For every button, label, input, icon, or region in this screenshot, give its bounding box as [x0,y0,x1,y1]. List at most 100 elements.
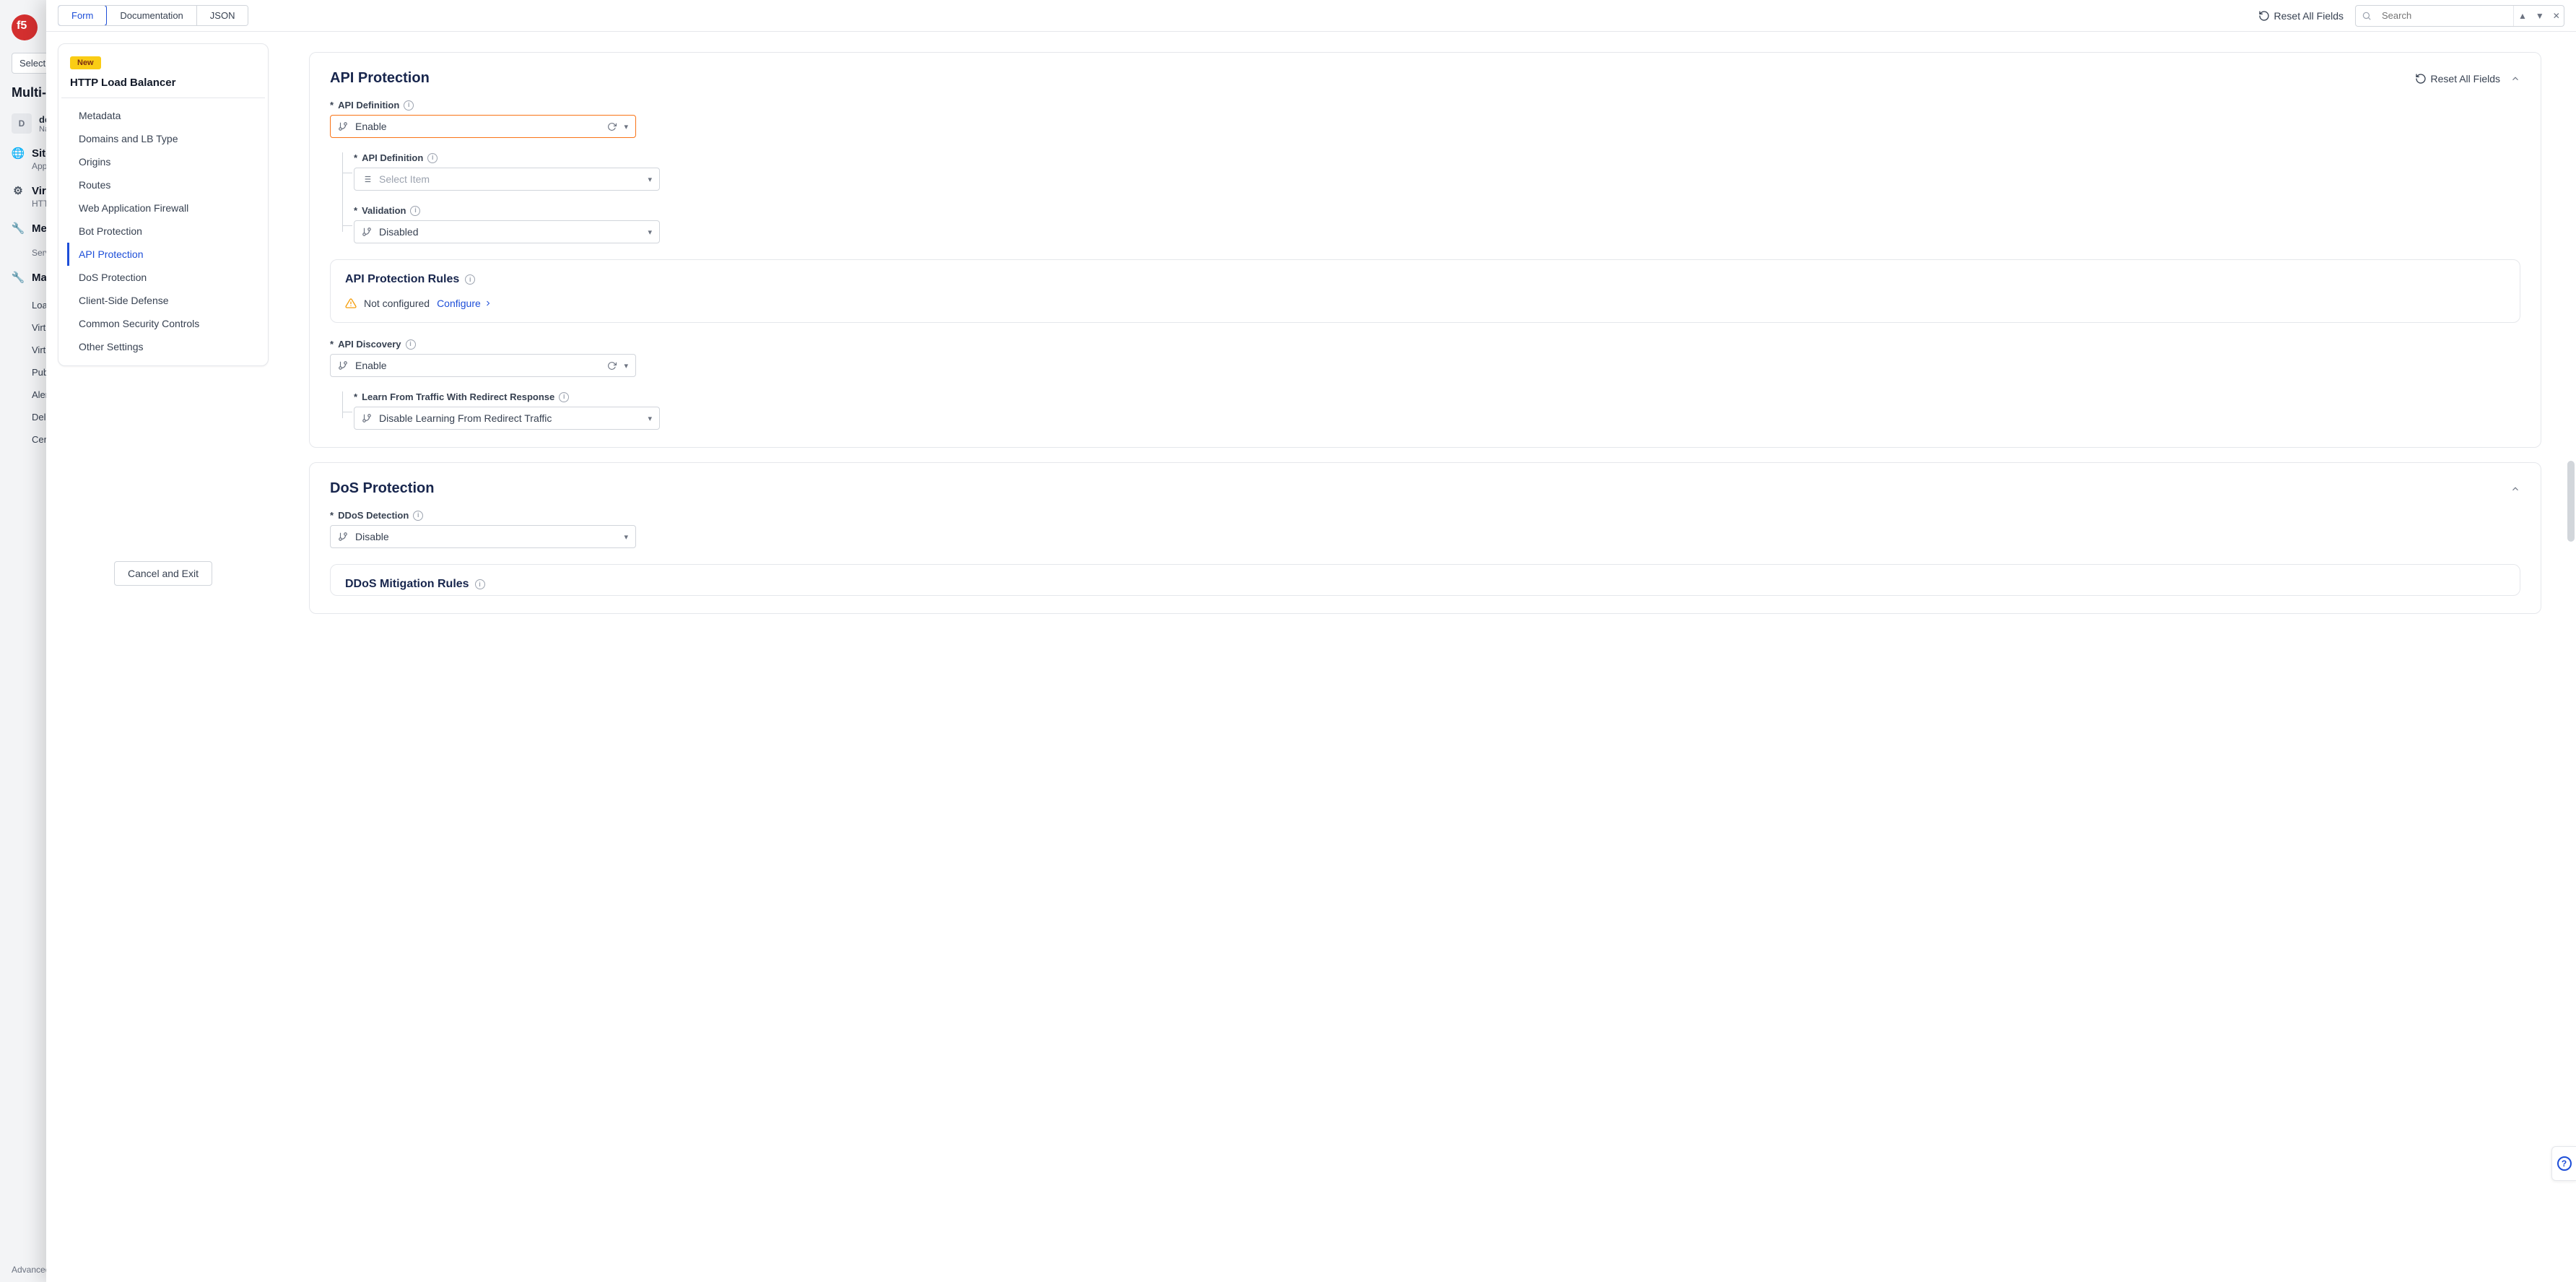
info-icon[interactable]: i [427,153,438,163]
label-text: API Definition [362,152,423,163]
undo-icon [2415,73,2427,85]
select-learn-redirect[interactable]: Disable Learning From Redirect Traffic ▾ [354,407,660,430]
nav-item-origins[interactable]: Origins [67,150,268,173]
select-api-definition[interactable]: Enable ▾ [330,115,636,138]
label-learn-redirect: *Learn From Traffic With Redirect Respon… [354,391,2520,402]
section-reset-label: Reset All Fields [2431,73,2500,85]
branch-icon [362,227,372,237]
chevron-down-icon: ▾ [624,361,628,371]
nav-item-csd[interactable]: Client-Side Defense [67,289,268,312]
info-icon[interactable]: i [410,206,420,216]
help-icon: ? [2557,1156,2572,1171]
select-placeholder: Select Item [379,173,640,185]
search-clear[interactable]: ✕ [2549,11,2564,21]
wrench-icon-2: 🔧 [12,271,25,284]
f5-logo [12,14,38,40]
chevron-down-icon: ▾ [648,414,652,423]
collapse-api-section[interactable] [2510,74,2520,84]
search-input[interactable] [2377,10,2513,21]
globe-icon: 🌐 [12,147,25,160]
label-text: API Discovery [338,339,401,350]
nav-item-dos[interactable]: DoS Protection [67,266,268,289]
rules-title: API Protection Rules [345,273,459,286]
nav-item-other[interactable]: Other Settings [67,335,268,358]
nav-item-waf[interactable]: Web Application Firewall [67,196,268,220]
bg-footer-link[interactable]: Advanced [12,1265,50,1275]
tab-form[interactable]: Form [58,5,107,26]
info-icon[interactable]: i [404,100,414,111]
sliders-icon: ⚙ [12,184,25,197]
select-api-discovery[interactable]: Enable ▾ [330,354,636,377]
search-next[interactable]: ▼ [2531,11,2549,21]
info-icon[interactable]: i [475,579,485,589]
reset-label: Reset All Fields [2274,10,2344,22]
label-text: API Definition [338,100,399,111]
tab-documentation[interactable]: Documentation [106,6,196,25]
scrollbar-thumb[interactable] [2567,461,2575,542]
select-value: Enable [355,360,600,371]
info-icon[interactable]: i [465,274,475,285]
chevron-right-icon [484,299,492,308]
nav-item-common-security[interactable]: Common Security Controls [67,312,268,335]
branch-icon [338,360,348,371]
ddos-mitigation-rules-box: DDoS Mitigation Rules i [330,564,2520,596]
label-text: DDoS Detection [338,510,409,521]
nav-item-api-protection[interactable]: API Protection [67,243,268,266]
nav-item-bot[interactable]: Bot Protection [67,220,268,243]
list-icon [362,174,372,184]
nav-item-routes[interactable]: Routes [67,173,268,196]
nav-item-metadata[interactable]: Metadata [67,104,268,127]
search-prev[interactable]: ▲ [2514,11,2531,21]
section-reset-api[interactable]: Reset All Fields [2415,73,2500,85]
refresh-icon[interactable] [607,361,617,371]
configure-rules-link[interactable]: Configure [437,298,492,309]
form-nav-card: New HTTP Load Balancer Metadata Domains … [58,43,269,366]
form-scroll-area[interactable]: API Protection Reset All Fields [269,32,2576,1282]
branch-icon [362,413,372,423]
undo-icon [2258,10,2270,22]
editor-panel: Form Documentation JSON Reset All Fields… [46,0,2576,1282]
form-nav-column: New HTTP Load Balancer Metadata Domains … [46,32,269,1282]
section-api-protection: API Protection Reset All Fields [309,52,2541,448]
tab-json[interactable]: JSON [196,6,248,25]
section-title-api: API Protection [330,70,430,87]
select-ddos-detection[interactable]: Disable ▾ [330,525,636,548]
rules-status: Not configured [364,298,430,309]
select-value: Enable [355,121,600,132]
mitigation-title: DDoS Mitigation Rules [345,578,469,591]
warning-icon [345,298,357,309]
wrench-icon: 🔧 [12,222,25,235]
label-text: Validation [362,205,406,216]
cancel-and-exit-button[interactable]: Cancel and Exit [114,561,212,586]
section-title-dos: DoS Protection [330,480,434,497]
label-text: Learn From Traffic With Redirect Respons… [362,391,554,402]
chevron-down-icon: ▾ [624,122,628,131]
view-mode-tabs: Form Documentation JSON [58,5,248,26]
search-box[interactable]: ▲ ▼ ✕ [2355,5,2564,27]
panel-topbar: Form Documentation JSON Reset All Fields… [46,0,2576,32]
select-api-definition-item[interactable]: Select Item ▾ [354,168,660,191]
label-api-discovery: *API Discovery i [330,339,2520,350]
info-icon[interactable]: i [559,392,569,402]
chevron-down-icon: ▾ [624,532,628,542]
info-icon[interactable]: i [413,511,423,521]
info-icon[interactable]: i [406,339,416,350]
refresh-icon[interactable] [607,122,617,131]
label-validation: *Validation i [354,205,2520,216]
section-dos-protection: DoS Protection *DDoS Detection i [309,462,2541,614]
chevron-down-icon: ▾ [648,175,652,184]
select-value: Disabled [379,226,640,238]
chevron-down-icon: ▾ [648,228,652,237]
collapse-dos-section[interactable] [2510,484,2520,494]
nav-item-domains[interactable]: Domains and LB Type [67,127,268,150]
reset-all-fields-top[interactable]: Reset All Fields [2258,10,2344,22]
configure-label: Configure [437,298,481,309]
form-nav-title: HTTP Load Balancer [58,77,268,98]
chevron-up-icon [2510,484,2520,494]
api-protection-rules-box: API Protection Rules i Not configured Co… [330,259,2520,323]
select-validation[interactable]: Disabled ▾ [354,220,660,243]
help-fab[interactable]: ? [2551,1146,2576,1181]
search-icon [2356,11,2377,21]
new-badge: New [70,56,101,69]
label-api-definition-inner: *API Definition i [354,152,2520,163]
